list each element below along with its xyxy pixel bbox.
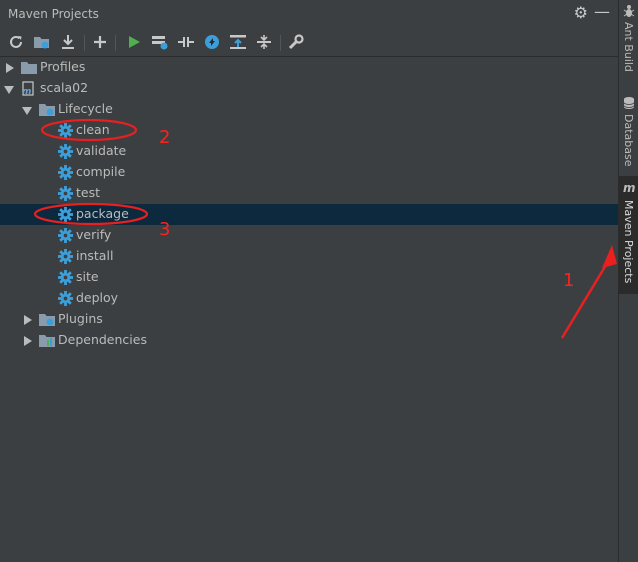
- ant-build-tab-label: Ant Build: [622, 22, 635, 72]
- goal-gear-icon: [58, 144, 73, 159]
- maven-projects-tab-label: Maven Projects: [622, 200, 635, 284]
- lifecycle-goal-deploy[interactable]: deploy: [0, 288, 618, 309]
- goal-label: verify: [76, 227, 112, 242]
- tree-node-project[interactable]: m scala02: [0, 78, 618, 99]
- panel-header: Maven Projects ⚙ —: [0, 0, 618, 28]
- database-icon: [623, 97, 635, 109]
- toolbar-separator: [115, 35, 116, 51]
- annotation-number-2: 2: [159, 127, 171, 148]
- goal-gear-icon: [58, 249, 73, 264]
- maven-projects-tab[interactable]: m Maven Projects: [619, 176, 638, 294]
- reimport-icon[interactable]: [6, 32, 26, 52]
- goal-label: test: [76, 185, 101, 200]
- goal-label: clean: [76, 122, 110, 137]
- expand-arrow-icon[interactable]: [24, 336, 32, 346]
- tree-label-plugins: Plugins: [58, 311, 103, 326]
- goal-gear-icon: [58, 270, 73, 285]
- goal-label: validate: [76, 143, 127, 158]
- run-config-icon[interactable]: [150, 32, 170, 52]
- lifecycle-goal-package[interactable]: package: [0, 204, 618, 225]
- run-icon[interactable]: [124, 32, 144, 52]
- folder-icon: [21, 62, 37, 74]
- database-tab[interactable]: Database: [619, 94, 638, 168]
- lifecycle-goal-site[interactable]: site: [0, 267, 618, 288]
- expand-arrow-icon[interactable]: [6, 63, 14, 73]
- database-tab-label: Database: [622, 114, 635, 167]
- tree-label-profiles: Profiles: [40, 59, 86, 74]
- toggle-offline-icon[interactable]: [176, 32, 196, 52]
- gear-icon[interactable]: ⚙: [574, 4, 588, 22]
- tree-node-lifecycle[interactable]: Lifecycle: [0, 99, 618, 120]
- add-icon[interactable]: [90, 32, 110, 52]
- tree-node-plugins[interactable]: Plugins: [0, 309, 618, 330]
- maven-projects-panel: Maven Projects ⚙ — Profiles m scala02 Li…: [0, 0, 618, 562]
- tree-label-lifecycle: Lifecycle: [58, 101, 113, 116]
- lifecycle-goal-test[interactable]: test: [0, 183, 618, 204]
- lifecycle-folder-icon: [39, 104, 55, 116]
- annotation-number-3: 3: [159, 219, 171, 240]
- svg-text:m: m: [22, 87, 31, 96]
- hide-panel-icon[interactable]: —: [594, 3, 610, 21]
- ant-icon: [623, 5, 635, 17]
- lifecycle-goal-install[interactable]: install: [0, 246, 618, 267]
- toolbar-separator: [280, 35, 281, 51]
- lifecycle-goal-verify[interactable]: verify: [0, 225, 618, 246]
- goal-gear-icon: [58, 207, 73, 222]
- goal-label: install: [76, 248, 114, 263]
- tree-node-profiles[interactable]: Profiles: [0, 57, 618, 78]
- goal-gear-icon: [58, 165, 73, 180]
- dependencies-folder-icon: [39, 335, 55, 347]
- toolbar-separator: [84, 35, 85, 51]
- download-icon[interactable]: [58, 32, 78, 52]
- goal-gear-icon: [58, 123, 73, 138]
- tree-label-project: scala02: [40, 80, 89, 95]
- goal-gear-icon: [58, 186, 73, 201]
- plugins-folder-icon: [39, 314, 55, 326]
- skip-tests-icon[interactable]: [202, 32, 222, 52]
- lifecycle-goal-validate[interactable]: validate: [0, 141, 618, 162]
- show-dependencies-icon[interactable]: [228, 32, 248, 52]
- panel-title: Maven Projects: [8, 7, 99, 21]
- lifecycle-goal-clean[interactable]: clean: [0, 120, 618, 141]
- tree-label-dependencies: Dependencies: [58, 332, 147, 347]
- tool-window-stripe: Ant Build Database m Maven Projects: [618, 0, 638, 562]
- goal-label: package: [76, 206, 129, 221]
- generate-sources-icon[interactable]: [32, 32, 52, 52]
- ant-build-tab[interactable]: Ant Build: [619, 2, 638, 82]
- collapse-arrow-icon[interactable]: [22, 107, 32, 115]
- annotation-number-1: 1: [563, 270, 575, 291]
- toolbar: [0, 28, 618, 57]
- collapse-all-icon[interactable]: [254, 32, 274, 52]
- goal-label: deploy: [76, 290, 119, 305]
- maven-project-icon: m: [22, 81, 34, 96]
- goal-gear-icon: [58, 291, 73, 306]
- tree-node-dependencies[interactable]: Dependencies: [0, 330, 618, 351]
- expand-arrow-icon[interactable]: [24, 315, 32, 325]
- goal-label: site: [76, 269, 99, 284]
- collapse-arrow-icon[interactable]: [4, 86, 14, 94]
- maven-tree: Profiles m scala02 Lifecycle clean valid…: [0, 57, 618, 562]
- maven-icon: m: [623, 181, 636, 195]
- goal-gear-icon: [58, 228, 73, 243]
- goal-label: compile: [76, 164, 126, 179]
- lifecycle-goal-compile[interactable]: compile: [0, 162, 618, 183]
- settings-wrench-icon[interactable]: [286, 32, 306, 52]
